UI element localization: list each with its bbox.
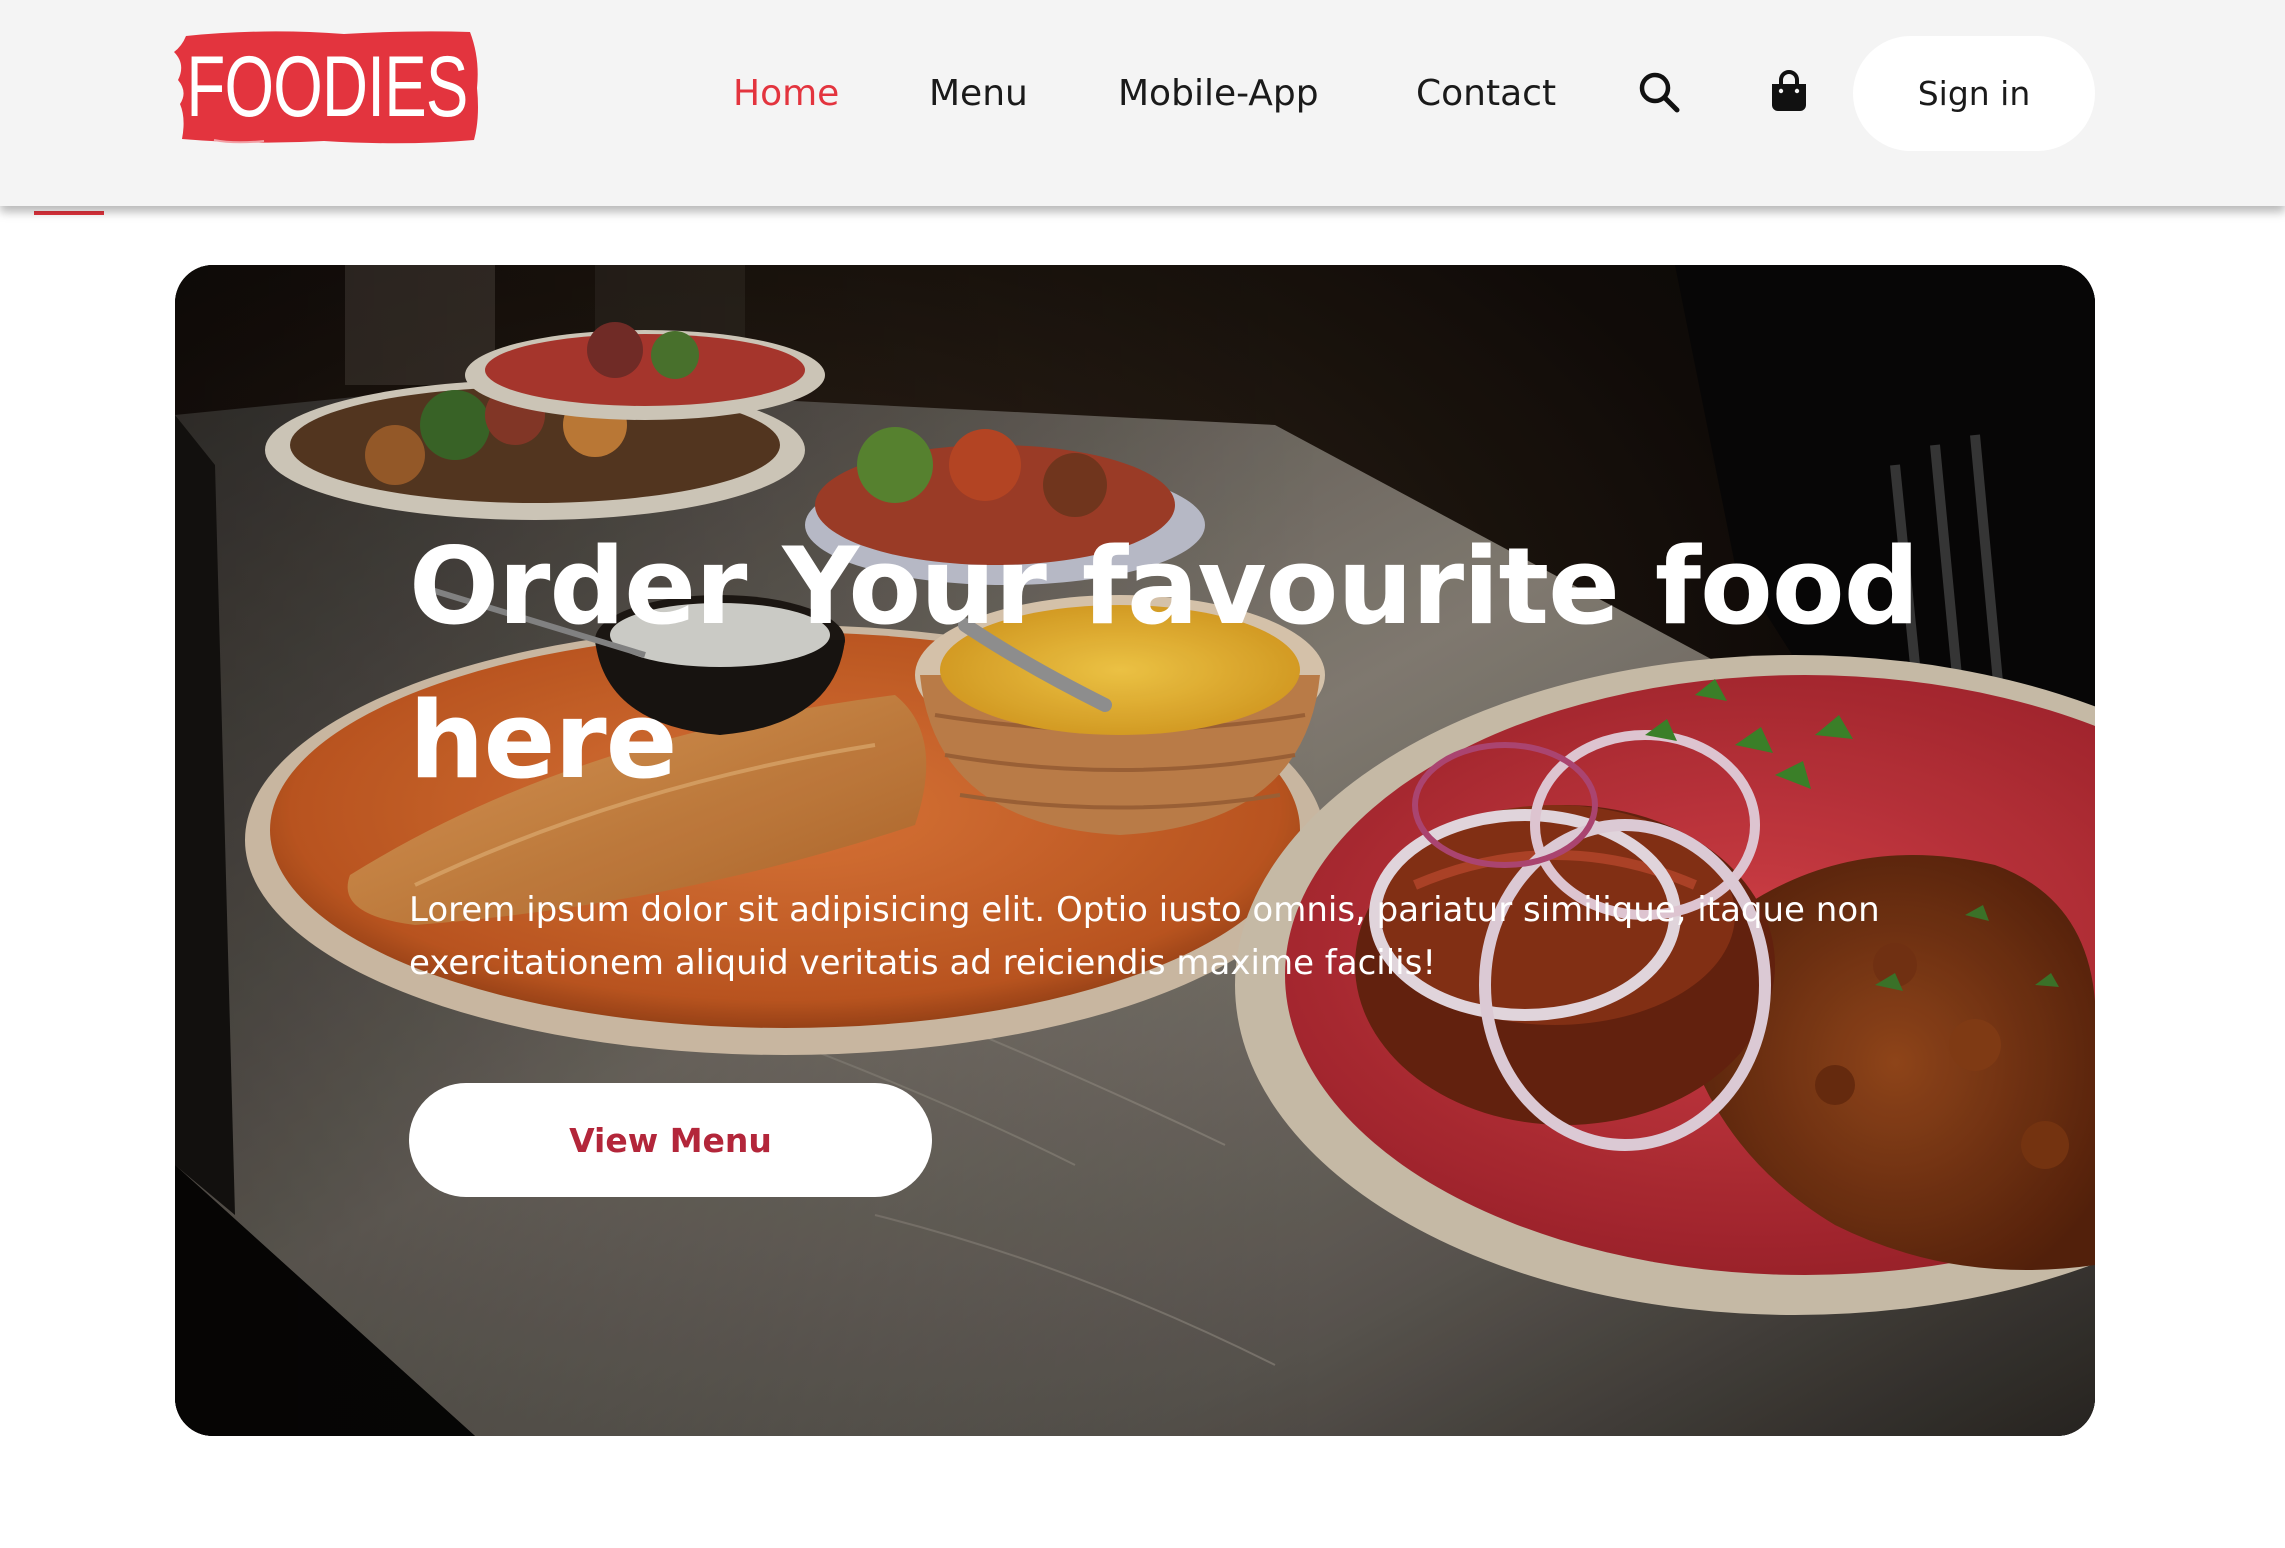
nav-menu-link[interactable]: Menu (929, 68, 1028, 120)
hero-description: Lorem ipsum dolor sit adipisicing elit. … (409, 890, 1880, 983)
active-indicator (34, 211, 104, 215)
sign-in-button[interactable]: Sign in (1853, 36, 2095, 151)
nav-home-link[interactable]: Home (733, 68, 839, 120)
hero-food-photo (175, 265, 2095, 1436)
logo-text: FOODIES (186, 38, 468, 135)
nav-contact-link[interactable]: Contact (1416, 68, 1556, 120)
search-icon[interactable] (1637, 70, 1683, 116)
hero-banner: Order Your favourite food here Lorem ips… (175, 265, 2095, 1436)
view-menu-button[interactable]: View Menu (409, 1083, 932, 1197)
foodies-logo[interactable]: FOODIES (174, 28, 480, 146)
site-header: FOODIES Home Menu Mobile-App Contact Sig… (0, 0, 2285, 206)
hero-title: Order Your favourite food here (409, 525, 1920, 802)
shopping-bag-icon[interactable] (1766, 68, 1812, 114)
nav-mobile-app-link[interactable]: Mobile-App (1118, 68, 1319, 120)
